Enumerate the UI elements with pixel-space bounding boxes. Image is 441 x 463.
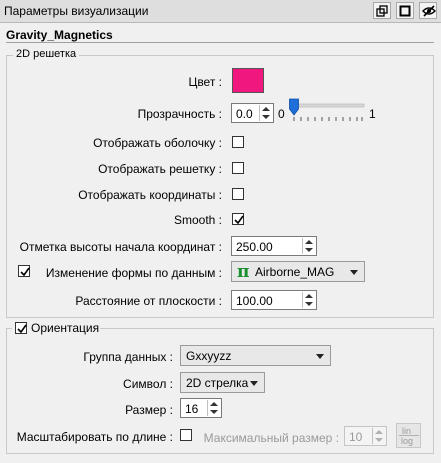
height-mark-label: Отметка высоты начала координат : xyxy=(19,240,222,254)
show-shell-label: Отображать оболочку : xyxy=(93,136,222,150)
height-mark-stepper[interactable] xyxy=(302,238,315,254)
maximize-button[interactable] xyxy=(396,2,414,19)
object-name: Gravity_Magnetics xyxy=(6,28,113,42)
divider xyxy=(6,42,434,43)
chevron-down-icon xyxy=(350,270,358,275)
grid2d-group-label: 2D решетка xyxy=(13,48,80,60)
chevron-down-icon xyxy=(250,381,258,386)
data-group-dropdown[interactable]: Gxxyyzz xyxy=(180,345,331,366)
shape-change-dropdown[interactable]: π Airborne_MAG xyxy=(231,261,365,282)
size-input[interactable]: 16 xyxy=(180,398,222,418)
checkmark-icon xyxy=(234,215,244,225)
chevron-down-icon xyxy=(316,354,324,359)
height-mark-input[interactable]: 250.00 xyxy=(231,236,317,256)
show-grid-label: Отображать решетку : xyxy=(98,162,222,176)
data-group-label: Группа данных : xyxy=(83,350,173,364)
symbol-dropdown[interactable]: 2D стрелка xyxy=(180,372,265,393)
lin-log-button[interactable]: lin log xyxy=(396,423,421,448)
orientation-group-label: Ориентация xyxy=(31,321,100,335)
maximize-icon xyxy=(399,5,411,17)
max-size-label: Максимальный размер : xyxy=(203,431,339,445)
smooth-checkbox[interactable] xyxy=(232,213,244,225)
show-coords-checkbox[interactable] xyxy=(232,188,244,200)
restore-button[interactable] xyxy=(373,2,391,19)
smooth-label: Smooth : xyxy=(173,213,222,227)
max-size-stepper[interactable] xyxy=(372,428,385,444)
slider-thumb[interactable] xyxy=(289,98,299,116)
max-size-input[interactable]: 10 xyxy=(344,426,387,446)
panel-title: Параметры визуализации xyxy=(4,4,149,18)
shape-change-label: Изменение формы по данным : xyxy=(45,266,222,280)
slider-min-label: 0 xyxy=(278,107,285,121)
transparency-input[interactable]: 0.0 xyxy=(231,103,274,123)
distance-stepper[interactable] xyxy=(302,292,315,308)
eye-crossed-icon xyxy=(422,5,436,17)
shape-change-checkbox[interactable] xyxy=(18,265,30,277)
show-shell-checkbox[interactable] xyxy=(232,136,244,148)
symbol-label: Символ : xyxy=(123,377,173,391)
size-label: Размер : xyxy=(125,403,173,417)
pi-icon: π xyxy=(237,262,250,282)
scale-by-length-label: Масштабировать по длине : xyxy=(16,430,173,444)
color-label: Цвет : xyxy=(188,75,222,89)
color-swatch[interactable] xyxy=(232,68,264,93)
show-grid-checkbox[interactable] xyxy=(232,162,244,174)
distance-label: Расстояние от плоскости : xyxy=(75,294,222,308)
transparency-slider[interactable] xyxy=(288,97,368,125)
size-stepper[interactable] xyxy=(207,400,220,416)
restore-icon xyxy=(376,5,388,17)
slider-max-label: 1 xyxy=(369,107,376,121)
scale-by-length-checkbox[interactable] xyxy=(180,429,192,441)
checkmark-icon xyxy=(20,267,30,277)
show-coords-label: Отображать координаты : xyxy=(78,188,222,202)
distance-input[interactable]: 100.00 xyxy=(231,290,317,310)
transparency-label: Прозрачность : xyxy=(137,107,222,121)
orientation-checkbox[interactable] xyxy=(15,322,27,334)
visibility-toggle-button[interactable] xyxy=(419,2,437,19)
transparency-stepper[interactable] xyxy=(259,105,272,121)
checkmark-icon xyxy=(17,324,27,334)
